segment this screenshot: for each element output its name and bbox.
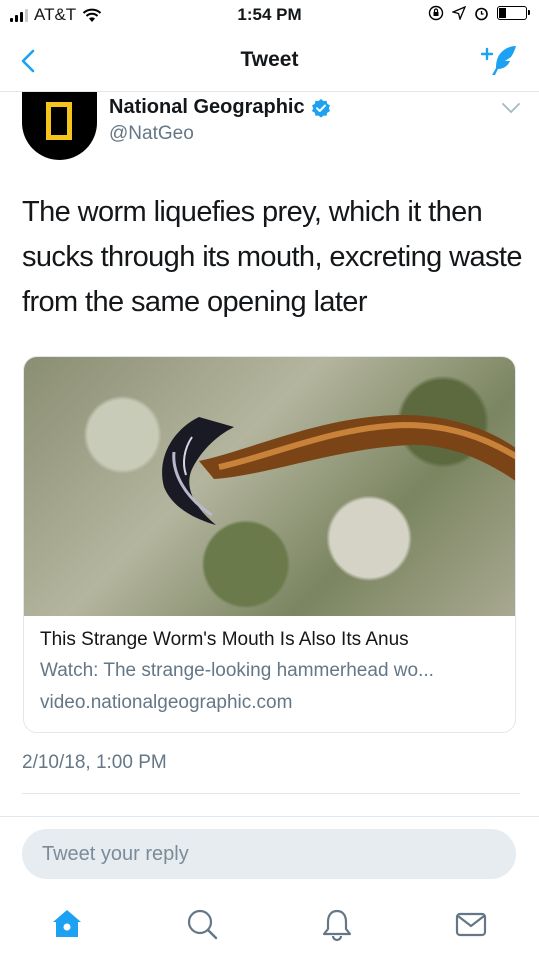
status-bar: AT&T 1:54 PM <box>0 0 539 30</box>
tweet-text: The worm liquefies prey, which it then s… <box>22 196 522 318</box>
card-description: Watch: The strange-looking hammerhead wo… <box>40 660 434 681</box>
card-title: This Strange Worm's Mouth Is Also Its An… <box>40 629 409 650</box>
author-name: National Geographic <box>109 96 305 118</box>
tab-search[interactable] <box>183 905 221 943</box>
link-card[interactable]: This Strange Worm's Mouth Is Also Its An… <box>23 356 516 733</box>
card-image <box>24 357 515 616</box>
search-icon <box>187 909 218 940</box>
chevron-down-icon[interactable] <box>500 100 522 116</box>
compose-tweet-icon[interactable] <box>479 42 519 78</box>
tab-messages[interactable] <box>452 905 490 943</box>
reply-input[interactable] <box>22 829 516 879</box>
worm-illustration <box>162 415 515 525</box>
page-title: Tweet <box>240 48 299 71</box>
status-right <box>428 5 530 21</box>
tweet-header: National Geographic @NatGeo <box>22 92 522 164</box>
tab-home[interactable] <box>48 905 86 943</box>
messages-icon <box>455 912 487 937</box>
alarm-icon <box>475 7 488 20</box>
battery-icon <box>497 6 530 20</box>
card-domain: video.nationalgeographic.com <box>40 692 293 713</box>
notifications-icon <box>322 909 352 942</box>
author-name-row[interactable]: National Geographic <box>109 96 331 119</box>
tab-bar <box>0 893 539 960</box>
avatar[interactable] <box>22 92 97 160</box>
divider <box>22 793 520 794</box>
verified-badge-icon <box>311 98 330 118</box>
tweet-timestamp: 2/10/18, 1:00 PM <box>22 752 167 773</box>
natgeo-logo-icon <box>46 102 72 140</box>
orientation-lock-icon <box>428 5 444 21</box>
tab-notifications[interactable] <box>318 905 356 943</box>
home-icon <box>53 910 81 937</box>
author-handle[interactable]: @NatGeo <box>109 123 194 145</box>
nav-bar: Tweet <box>0 30 539 92</box>
divider <box>0 816 539 817</box>
location-icon <box>452 6 466 20</box>
